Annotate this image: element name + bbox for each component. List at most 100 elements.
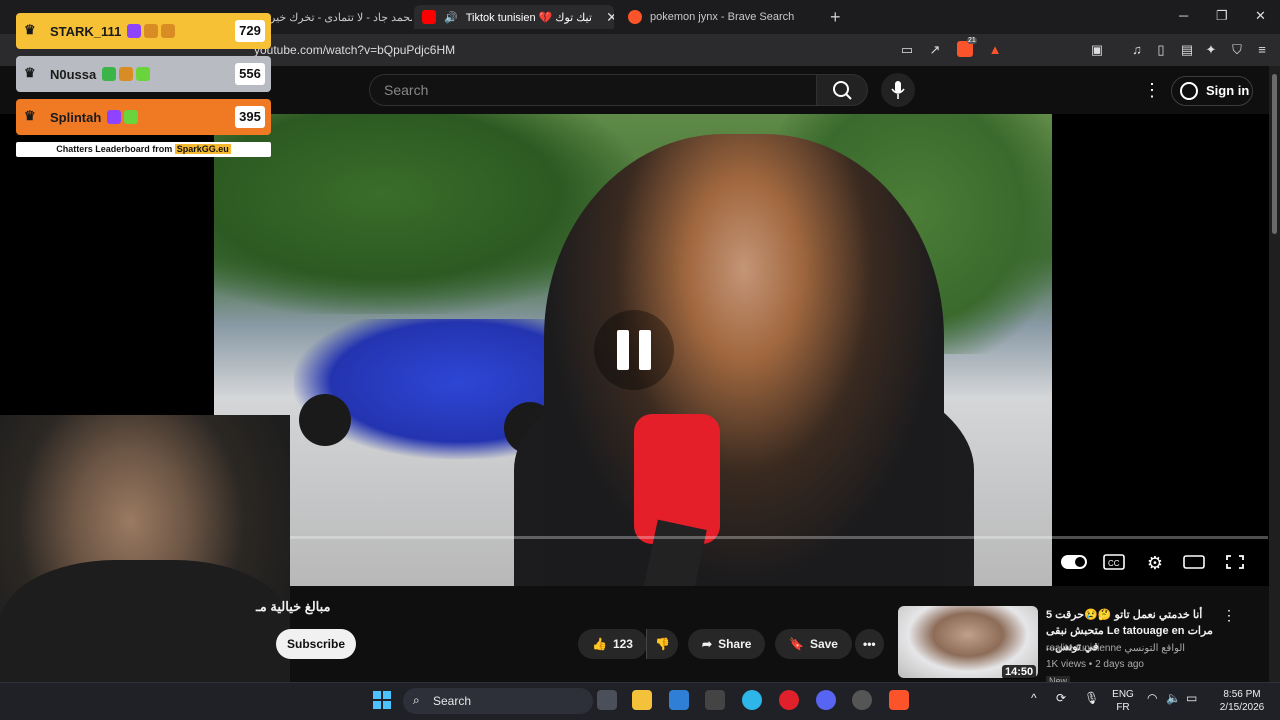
brave-favicon-icon — [628, 10, 642, 24]
shield-count: 21 — [967, 37, 977, 44]
video-duration: 14:50 — [1002, 665, 1037, 679]
edge-icon[interactable] — [742, 690, 762, 710]
thumbs-up-icon: 👍 — [592, 637, 607, 651]
unity-icon[interactable] — [705, 690, 725, 710]
windows-logo-icon — [373, 691, 391, 709]
star-badge-icon — [136, 67, 151, 81]
maximize-icon[interactable]: ❐ — [1216, 8, 1228, 24]
settings-button[interactable]: ⚙ — [1144, 553, 1166, 573]
pause-overlay-icon[interactable] — [594, 310, 674, 390]
task-view-icon[interactable] — [597, 690, 617, 710]
leo-ai-icon[interactable]: ✦ — [1203, 42, 1219, 58]
start-button[interactable] — [372, 690, 392, 710]
tab-mohamed-jad[interactable]: محمد جاد - لا تتمادى - تخرك خير — [262, 5, 412, 29]
theater-mode-button[interactable] — [1183, 553, 1205, 573]
bookmark-icon: 🔖 — [789, 637, 804, 651]
sub-badge-icon — [144, 24, 159, 38]
leaderboard-row: ♛ Splintah 395 — [16, 99, 271, 135]
captions-button[interactable]: CC — [1103, 553, 1125, 573]
cast-icon[interactable]: ▭ — [899, 42, 915, 58]
more-actions-button[interactable]: ••• — [855, 629, 884, 659]
crown-icon: ♛ — [24, 22, 36, 37]
leaderboard-score: 729 — [235, 20, 265, 42]
search-icon — [833, 81, 852, 100]
tab-tiktok-tunisien[interactable]: 🔊 Tiktok tunisien 💔 تيك توك ✕ — [414, 5, 614, 29]
update-icon[interactable]: ⟳ — [1056, 692, 1066, 705]
brave-icon[interactable] — [889, 690, 909, 710]
badge-icon — [102, 67, 117, 81]
prime-badge-icon — [127, 24, 142, 38]
sparkgg-brand: SparkGG.eu — [174, 144, 231, 154]
obs-icon[interactable] — [852, 690, 872, 710]
gift-badge-icon — [161, 24, 176, 38]
voice-search-button[interactable] — [881, 73, 915, 107]
sidebar-icon[interactable]: ▯ — [1153, 42, 1169, 58]
battery-icon[interactable]: ▭ — [1186, 692, 1197, 705]
vpn-icon[interactable]: ⛉ — [1229, 42, 1245, 58]
close-tab-icon[interactable]: ✕ — [606, 9, 614, 26]
more-options-icon[interactable]: ⋮ — [1143, 80, 1161, 101]
leaderboard-row: ♛ N0ussa 556 — [16, 56, 271, 92]
close-window-icon[interactable]: ✕ — [1255, 8, 1266, 24]
minimize-icon[interactable]: ─ — [1179, 8, 1188, 23]
brave-shields-icon[interactable]: 21 — [957, 37, 977, 57]
volume-icon[interactable]: 🔈 — [1166, 692, 1181, 705]
opera-icon[interactable] — [779, 690, 799, 710]
tab-label: pokemon jynx - Brave Search — [650, 11, 795, 23]
fullscreen-icon — [1226, 555, 1244, 569]
video-watermark — [278, 454, 398, 534]
share-icon: ➦ — [702, 637, 713, 651]
share-button[interactable]: ➦ Share — [688, 629, 766, 659]
store-icon[interactable] — [669, 690, 689, 710]
sub-badge-icon — [119, 67, 134, 81]
like-button[interactable]: 👍 123 — [578, 629, 647, 659]
tab-label: Tiktok tunisien 💔 تيك توك — [465, 11, 592, 24]
leaderboard-score: 395 — [235, 106, 265, 128]
tab-brave-search[interactable]: pokemon jynx - Brave Search — [620, 5, 820, 29]
gear-icon: ⚙ — [1146, 553, 1164, 573]
cc-icon: CC — [1103, 554, 1125, 570]
file-explorer-icon[interactable] — [632, 690, 652, 710]
speaker-icon: 🔊 — [444, 11, 458, 24]
sign-in-button[interactable]: Sign in — [1171, 76, 1253, 106]
related-meta: 1K views • 2 days ago — [1046, 659, 1144, 670]
thumbs-down-icon: 👎 — [655, 637, 670, 651]
rewards-icon[interactable]: ▲ — [987, 42, 1003, 58]
taskbar-search[interactable]: Search — [403, 688, 593, 714]
menu-icon[interactable]: ≡ — [1254, 42, 1270, 58]
search-button[interactable] — [816, 74, 868, 106]
related-channel[interactable]: realite tunisienne الواقع التونسي — [1046, 643, 1185, 654]
svg-text:CC: CC — [1108, 559, 1120, 568]
microphone-tray-icon[interactable]: 🎙 — [1084, 692, 1099, 705]
leaderboard-name: Splintah — [50, 109, 102, 125]
related-menu-icon[interactable]: ⋮ — [1222, 607, 1236, 624]
media-icon[interactable]: ♫ — [1129, 42, 1145, 58]
more-icon: ••• — [863, 637, 876, 651]
crown-icon: ♛ — [24, 65, 36, 80]
page-scrollbar[interactable] — [1269, 66, 1280, 682]
search-input[interactable]: Search — [369, 74, 817, 106]
discord-icon[interactable] — [816, 690, 836, 710]
subscribe-button[interactable]: Subscribe — [276, 629, 356, 659]
share-page-icon[interactable]: ↗ — [927, 42, 943, 58]
fullscreen-button[interactable] — [1224, 553, 1246, 573]
microphone-icon — [891, 81, 905, 99]
save-button[interactable]: 🔖 Save — [775, 629, 852, 659]
new-tab-icon[interactable]: + — [830, 7, 841, 28]
prime-badge-icon — [107, 110, 122, 124]
clock[interactable]: 8:56 PM 2/15/2026 — [1212, 688, 1272, 714]
wifi-icon[interactable]: ◠ — [1147, 692, 1157, 705]
leaderboard-row: ♛ STARK_111 729 — [16, 13, 271, 49]
chatters-leaderboard: ♛ STARK_111 729 ♛ N0ussa 556 ♛ Splintah … — [16, 13, 271, 157]
leaderboard-name: N0ussa — [50, 66, 97, 82]
screenshot-icon[interactable]: ▣ — [1089, 42, 1105, 58]
address-bar[interactable]: youtube.com/watch?v=bQpuPdjc6HM — [254, 43, 455, 57]
video-title: مبالغ خيالية مـ — [256, 599, 331, 614]
autoplay-toggle[interactable] — [1061, 555, 1087, 569]
wallet-icon[interactable]: ▤ — [1179, 42, 1195, 58]
tab-label: محمد جاد - لا تتمادى - تخرك خير — [270, 11, 412, 24]
language-indicator[interactable]: ENG FR — [1110, 688, 1136, 714]
leaderboard-footer: Chatters Leaderboard from SparkGG.eu — [16, 142, 271, 157]
dislike-button[interactable]: 👎 — [646, 629, 678, 659]
chevron-up-icon[interactable]: ^ — [1031, 692, 1037, 705]
